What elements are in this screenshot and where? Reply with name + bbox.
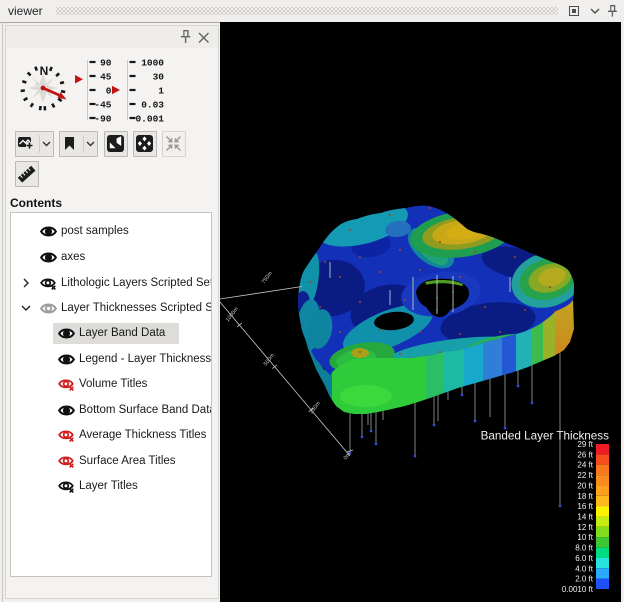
svg-text:250m: 250m (309, 400, 322, 415)
svg-text:24 ft: 24 ft (577, 461, 593, 470)
svg-text:0.001: 0.001 (135, 114, 164, 125)
svg-text:4.0 ft: 4.0 ft (575, 564, 594, 573)
svg-text:30: 30 (153, 72, 165, 83)
svg-text:18 ft: 18 ft (577, 492, 593, 501)
svg-text:N: N (40, 64, 49, 78)
svg-text:-45: -45 (94, 100, 111, 111)
svg-text:0.0010 ft: 0.0010 ft (562, 585, 594, 594)
svg-text:1000: 1000 (141, 58, 164, 69)
svg-text:14 ft: 14 ft (577, 513, 593, 522)
svg-text:0.03: 0.03 (141, 100, 164, 111)
svg-text:0: 0 (106, 86, 112, 97)
svg-text:8.0 ft: 8.0 ft (575, 544, 594, 553)
svg-text:20 ft: 20 ft (577, 481, 593, 490)
svg-text:750m: 750m (261, 270, 274, 285)
svg-text:16 ft: 16 ft (577, 502, 593, 511)
svg-text:90: 90 (100, 58, 112, 69)
svg-text:2.0 ft: 2.0 ft (575, 575, 594, 584)
svg-text:29 ft: 29 ft (577, 440, 593, 449)
svg-text:12 ft: 12 ft (577, 523, 593, 532)
svg-text:-90: -90 (94, 114, 111, 125)
svg-text:10 ft: 10 ft (577, 533, 593, 542)
svg-text:26 ft: 26 ft (577, 450, 593, 459)
svg-text:6.0 ft: 6.0 ft (575, 554, 594, 563)
svg-text:1000m: 1000m (225, 306, 240, 323)
svg-text:1: 1 (158, 86, 164, 97)
svg-text:22 ft: 22 ft (577, 471, 593, 480)
svg-text:45: 45 (100, 72, 112, 83)
